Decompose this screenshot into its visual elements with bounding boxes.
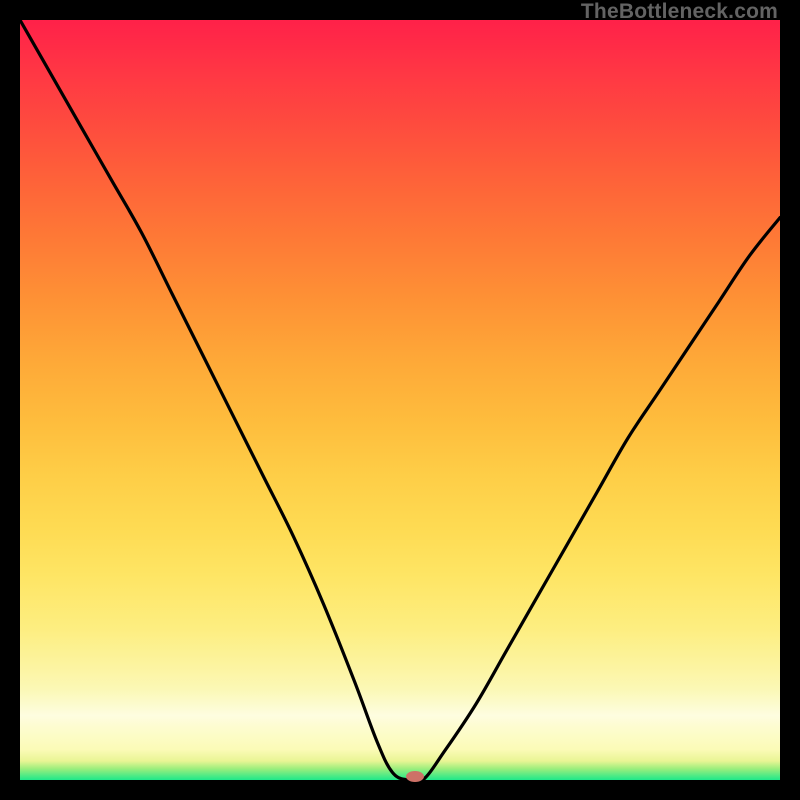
minimum-marker	[406, 771, 424, 782]
chart-frame: TheBottleneck.com	[0, 0, 800, 800]
bottleneck-curve	[20, 20, 780, 780]
plot-area	[20, 20, 780, 780]
watermark-text: TheBottleneck.com	[581, 0, 778, 24]
